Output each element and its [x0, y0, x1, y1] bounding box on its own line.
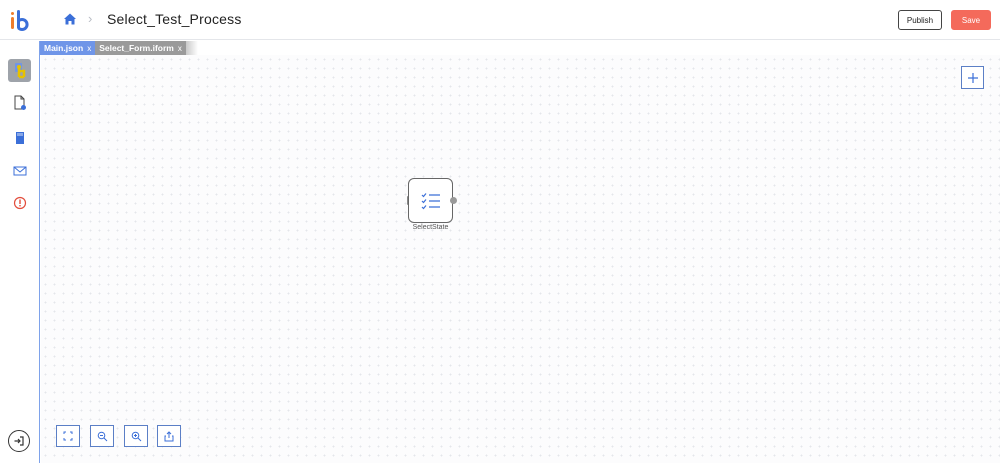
editor-tabs: Main.json x Select_Form.iform x [40, 41, 198, 55]
exit-button[interactable] [8, 430, 30, 452]
mail-icon [13, 166, 26, 175]
exit-icon [14, 436, 24, 446]
alert-icon [13, 196, 26, 209]
publish-button[interactable]: Publish [898, 10, 942, 30]
export-icon [164, 430, 174, 441]
plus-icon [967, 72, 978, 83]
sidebar-item-alert[interactable] [8, 191, 31, 214]
zoom-out-icon [97, 431, 107, 441]
left-sidebar [0, 41, 40, 463]
workflow-node[interactable] [408, 178, 453, 223]
sidebar-item-document[interactable] [8, 91, 31, 114]
process-icon [14, 62, 25, 78]
sidebar-item-mail[interactable] [8, 159, 31, 182]
tab-label: Select_Form.iform [99, 43, 174, 53]
tab-close-button[interactable]: x [87, 44, 91, 53]
add-node-button[interactable] [961, 66, 984, 89]
node-output-port[interactable] [450, 197, 457, 204]
top-bar: › Select_Test_Process Publish Save [0, 0, 1000, 40]
tab-label: Main.json [44, 43, 84, 53]
sidebar-item-process[interactable] [8, 59, 31, 82]
tab-shadow [185, 41, 198, 55]
zoom-in-button[interactable] [124, 425, 148, 447]
fit-screen-icon [63, 431, 73, 441]
tab-main-json[interactable]: Main.json x [40, 41, 96, 55]
page-title: Select_Test_Process [107, 11, 242, 27]
breadcrumb-separator: › [88, 11, 93, 26]
tab-select-form[interactable]: Select_Form.iform x [95, 41, 186, 55]
tab-close-button[interactable]: x [178, 44, 182, 53]
node-label: SelectState [412, 224, 449, 231]
sidebar-item-storage[interactable] [8, 126, 31, 149]
save-button[interactable]: Save [951, 10, 991, 30]
document-icon [14, 95, 26, 110]
zoom-out-button[interactable] [90, 425, 114, 447]
checklist-icon [421, 192, 440, 209]
fit-screen-button[interactable] [56, 425, 80, 447]
home-icon[interactable] [62, 11, 78, 27]
export-button[interactable] [157, 425, 181, 447]
zoom-in-icon [131, 431, 141, 441]
ib-logo[interactable] [10, 9, 30, 31]
workflow-canvas[interactable] [41, 55, 1000, 463]
storage-icon [15, 131, 24, 144]
